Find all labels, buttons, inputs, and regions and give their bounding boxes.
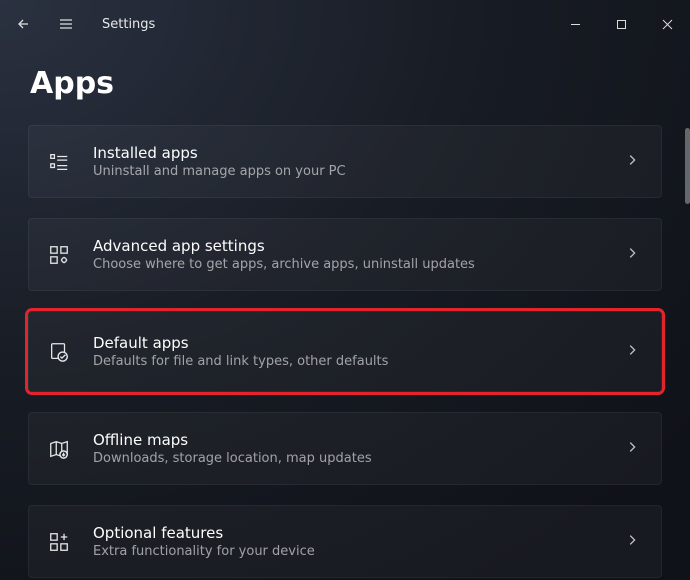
offline-maps-icon [47, 437, 71, 461]
item-title: Default apps [93, 334, 603, 352]
window-title: Settings [102, 17, 155, 32]
back-icon[interactable] [14, 14, 34, 34]
settings-list: Installed apps Uninstall and manage apps… [0, 125, 690, 580]
item-subtitle: Downloads, storage location, map updates [93, 451, 603, 466]
minimize-button[interactable] [552, 0, 598, 48]
installed-apps-item[interactable]: Installed apps Uninstall and manage apps… [28, 125, 662, 198]
item-subtitle: Defaults for file and link types, other … [93, 354, 603, 369]
chevron-right-icon [625, 152, 639, 171]
titlebar: Settings [0, 0, 690, 48]
nav-menu-icon[interactable] [56, 14, 76, 34]
scrollbar-thumb[interactable] [685, 128, 690, 204]
item-subtitle: Uninstall and manage apps on your PC [93, 164, 603, 179]
advanced-app-settings-item[interactable]: Advanced app settings Choose where to ge… [28, 218, 662, 291]
item-title: Offline maps [93, 431, 603, 449]
chevron-right-icon [625, 439, 639, 458]
optional-features-item[interactable]: Optional features Extra functionality fo… [28, 505, 662, 578]
default-apps-item[interactable]: Default apps Defaults for file and link … [28, 311, 662, 392]
item-subtitle: Extra functionality for your device [93, 544, 603, 559]
item-title: Optional features [93, 524, 603, 542]
advanced-app-settings-icon [47, 243, 71, 267]
chevron-right-icon [625, 245, 639, 264]
offline-maps-item[interactable]: Offline maps Downloads, storage location… [28, 412, 662, 485]
item-subtitle: Choose where to get apps, archive apps, … [93, 257, 603, 272]
optional-features-icon [47, 530, 71, 554]
chevron-right-icon [625, 532, 639, 551]
item-title: Advanced app settings [93, 237, 603, 255]
chevron-right-icon [625, 342, 639, 361]
item-title: Installed apps [93, 144, 603, 162]
installed-apps-icon [47, 150, 71, 174]
close-button[interactable] [644, 0, 690, 48]
default-apps-icon [47, 340, 71, 364]
page-title: Apps [30, 66, 690, 101]
maximize-button[interactable] [598, 0, 644, 48]
